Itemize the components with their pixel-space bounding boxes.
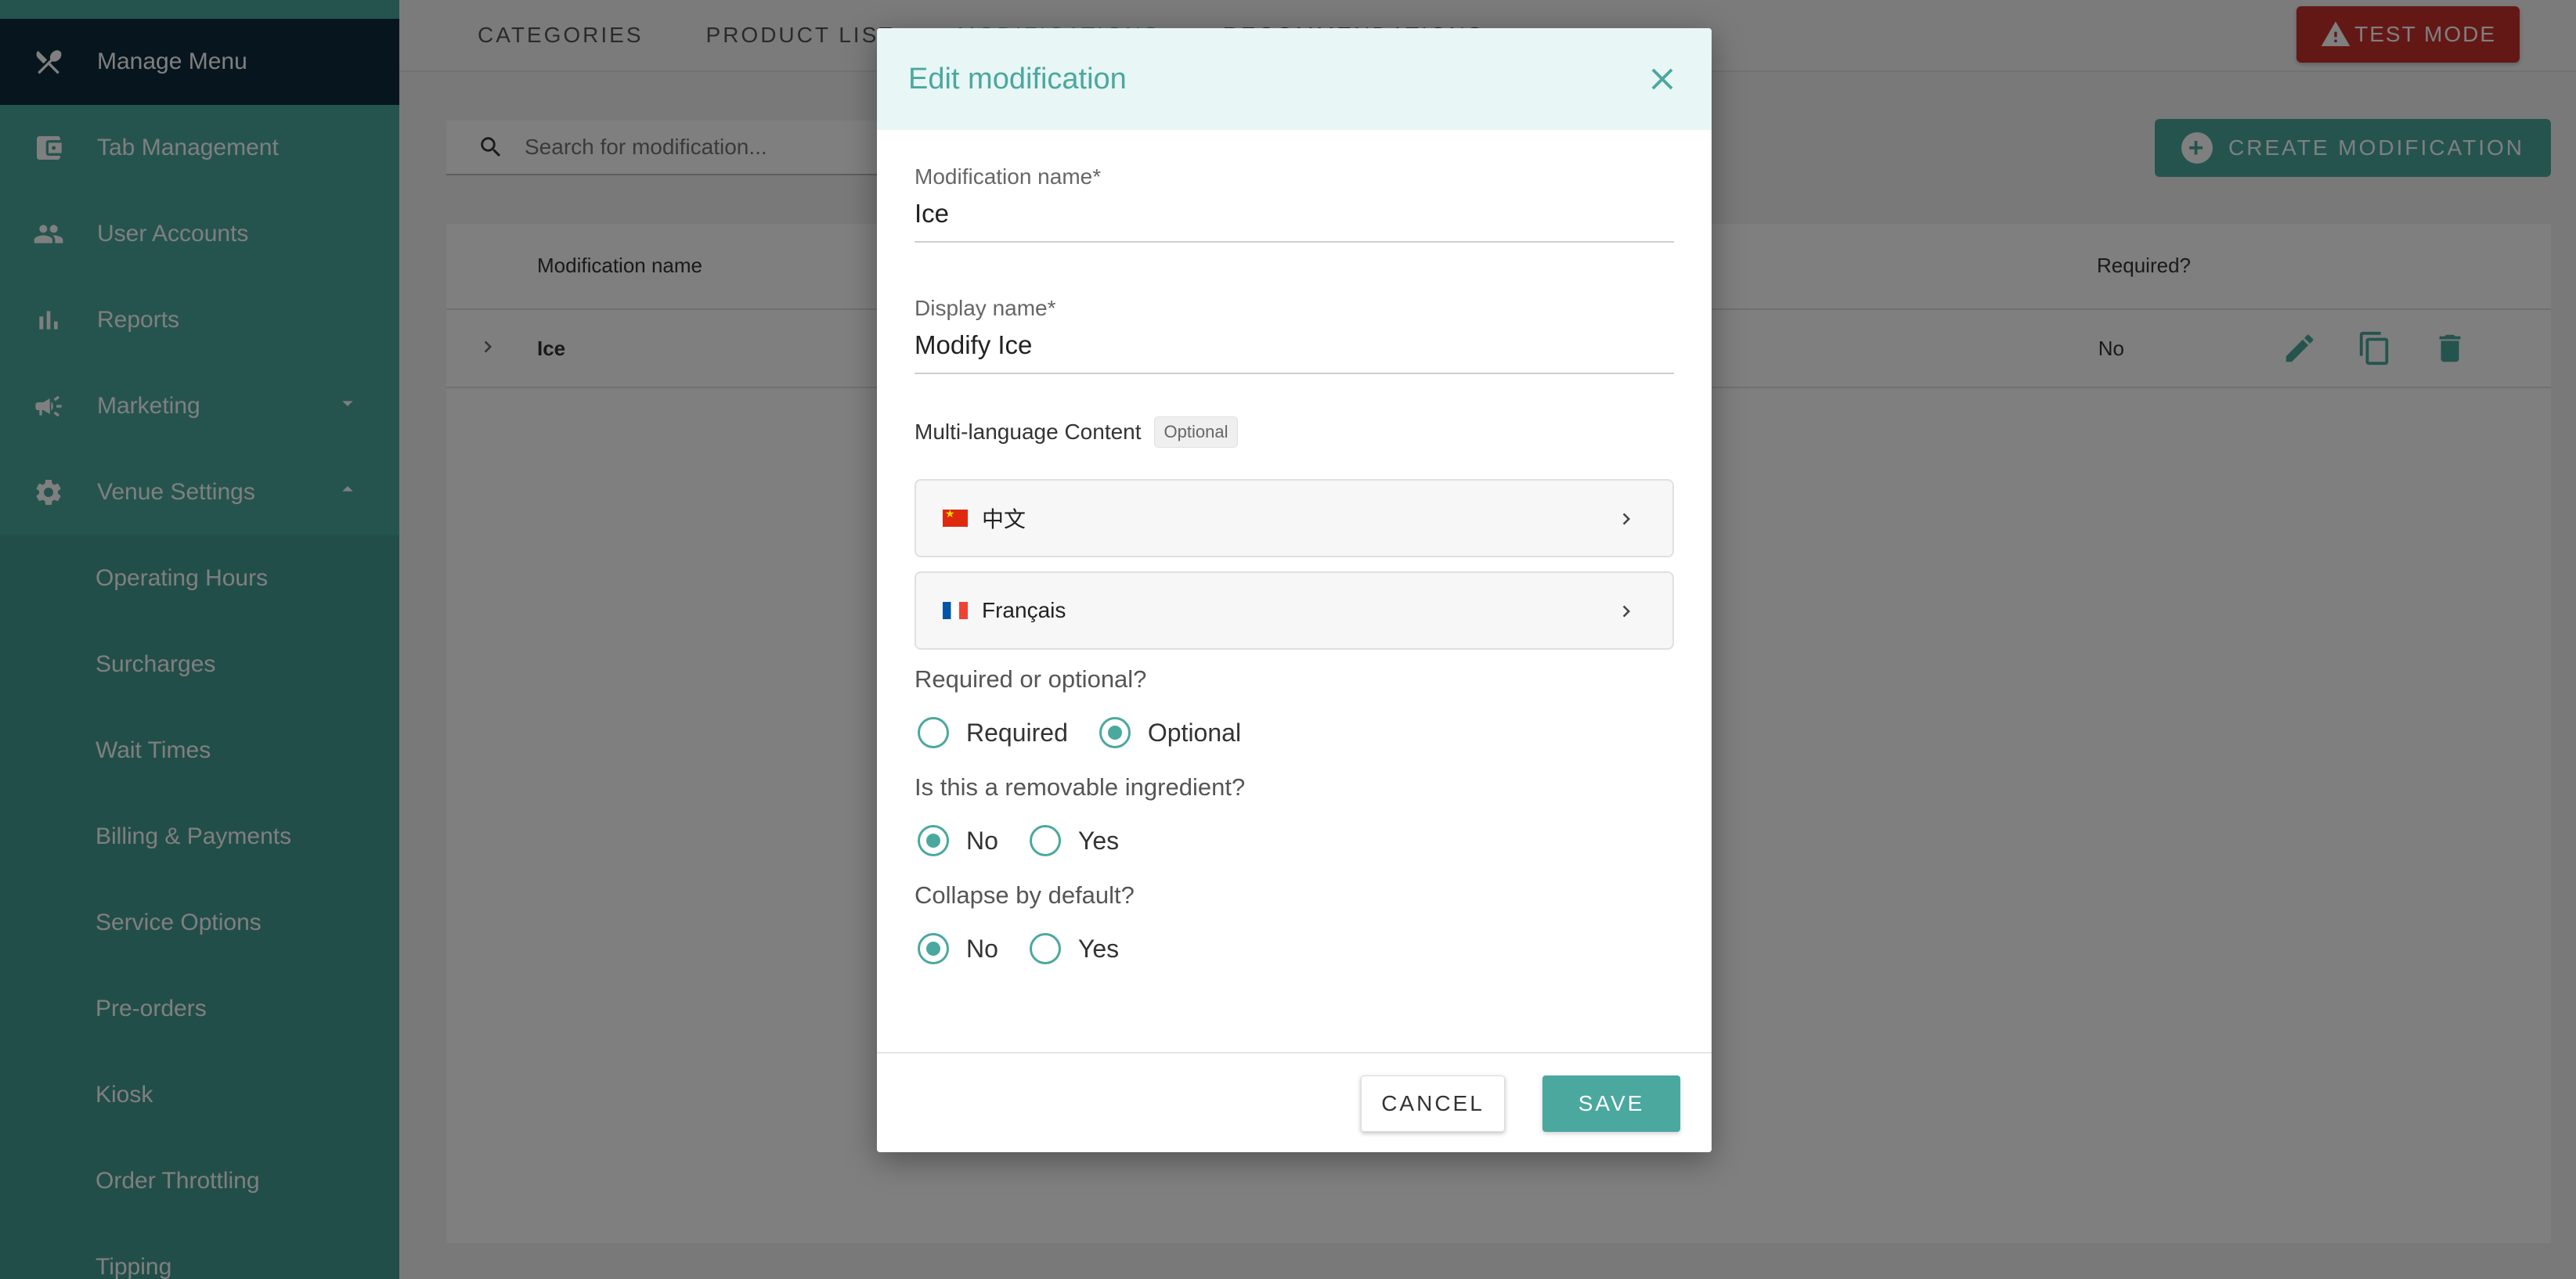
required-question: Required or optional? xyxy=(915,665,1147,693)
radio-button-selected[interactable] xyxy=(1099,717,1131,748)
language-card-french[interactable]: Français xyxy=(915,571,1674,650)
display-name-label: Display name* xyxy=(915,296,1056,320)
radio-required[interactable]: Required xyxy=(915,717,1068,748)
display-name-field[interactable]: Display name* Modify Ice xyxy=(915,296,1674,374)
modification-name-field[interactable]: Modification name* Ice xyxy=(915,164,1674,243)
language-label: Français xyxy=(982,598,1066,622)
display-name-input[interactable]: Modify Ice xyxy=(915,330,1674,374)
modification-name-input[interactable]: Ice xyxy=(915,199,1674,243)
collapse-radio-group: No Yes xyxy=(915,933,1674,964)
dialog-footer: CANCEL SAVE xyxy=(877,1052,1712,1152)
removable-radio-group: No Yes xyxy=(915,825,1674,856)
france-flag-icon xyxy=(943,602,968,619)
language-card-chinese[interactable]: 中文 xyxy=(915,479,1674,557)
collapse-question: Collapse by default? xyxy=(915,881,1135,909)
chevron-right-icon xyxy=(1615,507,1638,536)
radio-label: No xyxy=(966,826,998,855)
edit-modification-dialog: Edit modification Modification name* Ice… xyxy=(877,28,1712,1152)
radio-collapse-yes[interactable]: Yes xyxy=(1026,933,1119,964)
radio-button-selected[interactable] xyxy=(918,933,949,964)
radio-label: Required xyxy=(966,718,1068,747)
optional-badge: Optional xyxy=(1153,416,1239,448)
radio-collapse-no[interactable]: No xyxy=(915,933,998,964)
radio-optional[interactable]: Optional xyxy=(1096,717,1241,748)
chevron-right-icon xyxy=(1615,600,1638,629)
dialog-body: Modification name* Ice Display name* Mod… xyxy=(877,130,1712,964)
radio-removable-no[interactable]: No xyxy=(915,825,998,856)
required-radio-group: Required Optional xyxy=(915,717,1674,748)
close-icon[interactable] xyxy=(1644,61,1680,101)
modification-name-label: Modification name* xyxy=(915,164,1102,189)
language-label: 中文 xyxy=(982,507,1026,531)
radio-label: Yes xyxy=(1077,934,1120,963)
radio-label: Optional xyxy=(1147,718,1242,747)
china-flag-icon xyxy=(943,510,968,527)
multi-language-header: Multi-language Content Optional xyxy=(915,416,1674,448)
removable-question: Is this a removable ingredient? xyxy=(915,773,1246,801)
radio-button[interactable] xyxy=(1029,933,1061,964)
radio-button[interactable] xyxy=(918,717,949,748)
radio-removable-yes[interactable]: Yes xyxy=(1026,825,1119,856)
dialog-header: Edit modification xyxy=(877,28,1712,130)
cancel-button[interactable]: CANCEL xyxy=(1361,1075,1505,1132)
radio-button-selected[interactable] xyxy=(918,825,949,856)
radio-label: Yes xyxy=(1077,826,1120,855)
radio-button[interactable] xyxy=(1029,825,1061,856)
multi-language-title: Multi-language Content xyxy=(915,420,1142,444)
save-button[interactable]: SAVE xyxy=(1542,1075,1680,1132)
dialog-title: Edit modification xyxy=(908,62,1127,95)
radio-label: No xyxy=(966,934,998,963)
